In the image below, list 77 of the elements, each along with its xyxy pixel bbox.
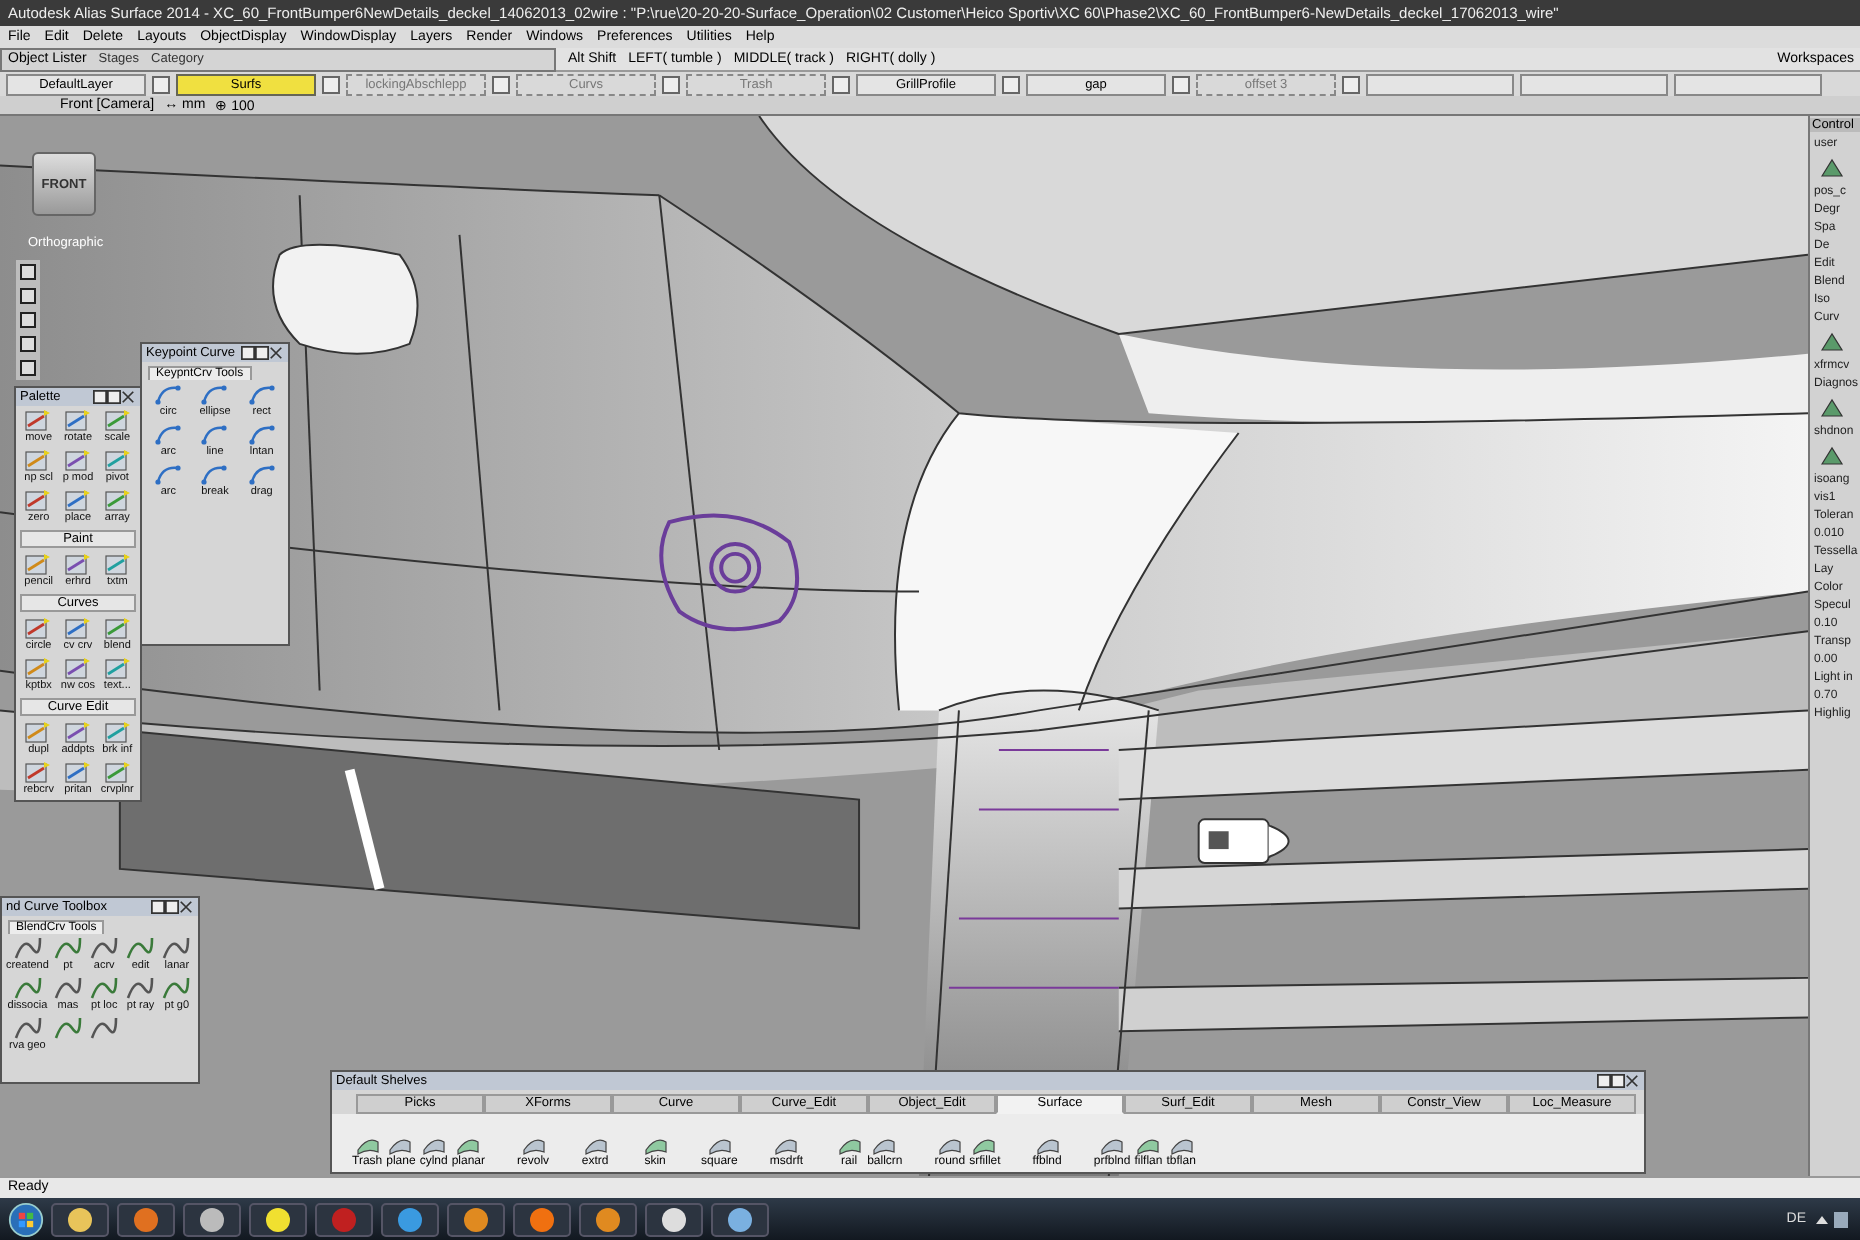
tool-icon [103,552,132,576]
tool-icon [24,408,53,432]
tool-icon [103,488,132,512]
tool-icon [1818,444,1846,468]
sensor-drawing [1197,818,1290,864]
tool-icon [247,462,276,486]
tool-icon [63,552,92,576]
window-controls-icon[interactable] [1596,1074,1640,1088]
taskbar-app-icon[interactable] [644,1201,704,1237]
tool-icon [63,408,92,432]
layer-checkbox[interactable] [492,75,510,93]
tool-icon[interactable] [90,1016,119,1040]
layer-checkbox[interactable] [1342,75,1360,93]
tool-icon [200,422,229,446]
start-button-icon[interactable] [8,1201,44,1237]
tool-icon [63,448,92,472]
tool-icon [53,976,82,1000]
layer-checkbox[interactable] [1172,75,1190,93]
tool-icon [63,760,92,784]
tool-icon [154,382,183,406]
tool-icon [162,976,191,1000]
tool-icon [63,656,92,680]
tool-icon [247,382,276,406]
tool-icon [126,976,155,1000]
tool-icon [1818,330,1846,354]
layer-checkbox[interactable] [152,75,170,93]
tool-icon [1818,156,1846,180]
tool-icon [162,936,191,960]
layer-checkbox[interactable] [1002,75,1020,93]
tool-icon[interactable] [53,1016,82,1040]
taskbar-app-icon[interactable] [248,1201,308,1237]
tool-icon [103,760,132,784]
taskbar-app-icon[interactable] [116,1201,176,1237]
tool-icon [200,382,229,406]
tool-icon [103,616,132,640]
tool-icon [24,488,53,512]
tool-icon [13,976,42,1000]
tool-icon [1818,396,1846,420]
tool-icon [103,408,132,432]
layer-button[interactable] [1674,73,1822,95]
tool-icon [103,656,132,680]
tool-icon [103,720,132,744]
tool-icon [13,936,42,960]
window-controls-icon[interactable] [240,346,285,360]
tool-icon [200,462,229,486]
taskbar-app-icon[interactable] [380,1201,440,1237]
taskbar-app-icon[interactable] [182,1201,242,1237]
layer-button[interactable] [1366,73,1514,95]
tool-icon [90,936,119,960]
tool-icon [24,616,53,640]
tool-icon [24,552,53,576]
tool-icon [247,422,276,446]
tool-icon [103,448,132,472]
taskbar-app-icon[interactable] [446,1201,506,1237]
taskbar-app-icon[interactable] [50,1201,110,1237]
tool-icon [63,488,92,512]
layer-checkbox[interactable] [662,75,680,93]
taskbar-app-icon[interactable] [512,1201,572,1237]
layer-checkbox[interactable] [832,75,850,93]
layer-button[interactable] [1520,73,1668,95]
window-controls-icon[interactable] [150,900,194,914]
tool-icon [24,760,53,784]
window-controls-icon[interactable] [92,390,136,404]
tool-icon [24,656,53,680]
tool-icon [63,720,92,744]
tool-icon [90,976,119,1000]
tool-icon [154,422,183,446]
tool-icon [53,936,82,960]
tool-icon [154,462,183,486]
tool-icon [126,936,155,960]
tool-icon [13,1016,42,1040]
tool-icon [24,448,53,472]
tool-icon [63,616,92,640]
taskbar-app-icon[interactable] [578,1201,638,1237]
tool-icon [24,720,53,744]
taskbar-app-icon[interactable] [710,1201,770,1237]
layer-checkbox[interactable] [322,75,340,93]
